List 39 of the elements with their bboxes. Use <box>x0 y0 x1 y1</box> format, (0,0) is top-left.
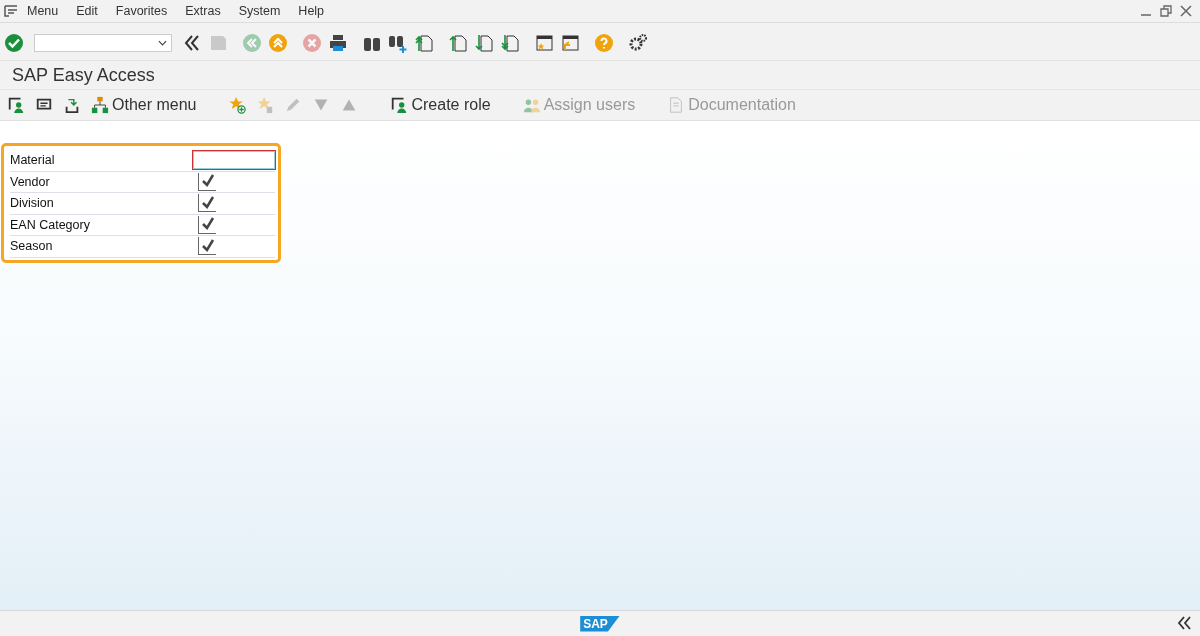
page-arrow-icon[interactable] <box>448 33 468 53</box>
field-label: Division <box>10 196 55 211</box>
checkbox[interactable] <box>198 194 216 213</box>
check-icon[interactable] <box>4 33 24 53</box>
checkbox[interactable] <box>198 215 216 234</box>
double-chevron-icon[interactable] <box>1176 615 1194 631</box>
double-chevron-icon[interactable] <box>182 33 202 53</box>
menu-item[interactable]: Menu <box>18 4 68 18</box>
user-frame-icon <box>390 96 409 114</box>
star-plus-icon <box>228 96 247 114</box>
menu-icon[interactable] <box>4 5 18 17</box>
input-field[interactable] <box>193 151 275 170</box>
command-field[interactable] <box>34 34 172 52</box>
dropdown-caret-icon[interactable] <box>158 39 167 47</box>
close-icon[interactable] <box>1180 5 1192 17</box>
printer-icon[interactable] <box>328 33 348 53</box>
logo: SAP <box>580 615 620 632</box>
field-label: Material <box>10 153 56 168</box>
menu-item[interactable]: Edit <box>67 4 107 18</box>
user-frame-icon <box>7 96 25 114</box>
field-label: EAN Category <box>10 217 91 232</box>
hierarchy-icon <box>91 96 109 114</box>
toolbar-button[interactable]: Other menu <box>89 96 199 114</box>
menu-item[interactable]: System <box>229 4 290 18</box>
menu-item[interactable]: Extras <box>176 4 230 18</box>
screen-title: SAP Easy Access <box>0 61 1200 90</box>
toolbar-button[interactable]: Create role <box>388 96 493 114</box>
page-arrow-icon[interactable] <box>474 33 494 53</box>
restore-icon[interactable] <box>1160 5 1172 17</box>
checkbox[interactable] <box>198 172 216 191</box>
star-trash-icon <box>256 96 275 114</box>
menu-item[interactable]: Favorites <box>106 4 177 18</box>
page-arrow-icon[interactable] <box>500 33 520 53</box>
field-label: Vendor <box>10 174 51 189</box>
field-label: Season <box>10 239 54 254</box>
inbox-arrow-icon <box>63 96 81 114</box>
checkbox[interactable] <box>198 237 216 256</box>
menu-item[interactable]: Help <box>289 4 334 18</box>
page-arrow-icon[interactable] <box>414 33 434 53</box>
